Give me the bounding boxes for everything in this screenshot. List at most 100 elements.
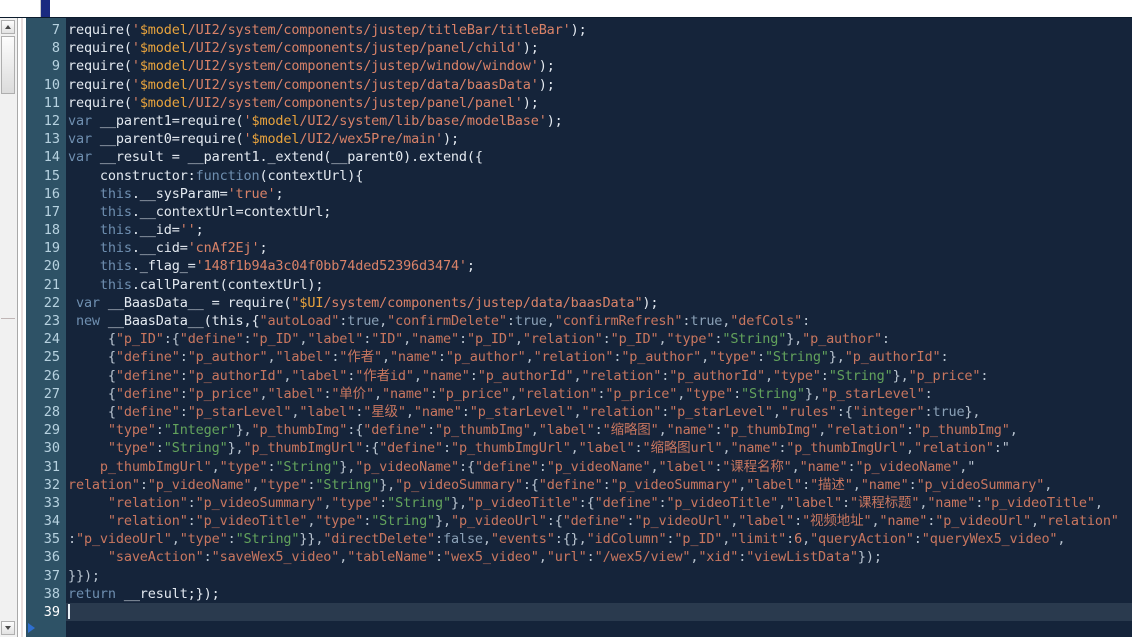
code-token-punc: :	[661, 403, 670, 420]
code-token-type: "String"	[371, 513, 436, 530]
code-line[interactable]: this.__id='';	[66, 221, 1132, 239]
code-token-str2: "name"	[421, 367, 470, 384]
code-token-str2: "p_videoSummary"	[916, 476, 1045, 493]
line-number: 17	[43, 203, 60, 220]
code-token-punc: {	[68, 331, 116, 348]
code-token-type: "String"	[764, 349, 829, 366]
code-token-str2: "p_videoUrl"	[935, 513, 1032, 530]
code-token-punc: :	[975, 494, 984, 511]
code-token-punc: {	[68, 367, 116, 384]
code-token-type: "String"	[235, 531, 300, 548]
code-line[interactable]: "type":"Integer"},"p_thumbImg":{"define"…	[66, 421, 1132, 439]
code-token-punc: :	[940, 349, 949, 366]
code-token-kw: this	[68, 240, 132, 257]
code-token-str2: "p_videoName"	[147, 476, 252, 493]
line-number: 35	[43, 531, 60, 548]
code-line[interactable]: "relation":"p_videoSummary","type":"Stri…	[66, 494, 1132, 512]
line-number: 39	[43, 604, 60, 620]
line-number: 20	[43, 258, 60, 275]
code-line[interactable]: require('$model/UI2/system/components/ju…	[66, 76, 1132, 94]
scroll-up-arrow-icon[interactable]	[1, 20, 15, 34]
code-line[interactable]: return __result;});	[66, 585, 1132, 603]
code-line[interactable]: new __BaasData__(this,{"autoLoad":true,"…	[66, 312, 1132, 330]
code-token-str2: "integer"	[852, 403, 925, 420]
code-token-str: '148f1b94a3c04f0bb74ded52396d3474'	[195, 258, 467, 275]
code-line[interactable]: "saveAction":"saveWex5_video","tableName…	[66, 548, 1132, 566]
code-line[interactable]: relation":"p_videoName","type":"String"}…	[66, 476, 1132, 494]
code-line[interactable]: require('$model/UI2/system/components/ju…	[66, 39, 1132, 57]
code-line[interactable]: {"define":"p_authorId","label":"作者id","n…	[66, 367, 1132, 385]
line-number: 36	[43, 549, 60, 566]
code-token-var: $UI	[299, 294, 324, 311]
code-token-str2: "作者"	[339, 349, 382, 366]
code-token-punc: {	[68, 403, 116, 420]
code-line[interactable]: "type":"String"},"p_thumbImgUrl":{"defin…	[66, 439, 1132, 457]
text-cursor	[68, 604, 70, 619]
code-line[interactable]: {"define":"p_price","label":"单价","name":…	[66, 385, 1132, 403]
code-token-str2: "relation"	[107, 513, 188, 530]
code-line[interactable]: var __BaasData__ = require("$UI/system/c…	[66, 294, 1132, 312]
code-token-type: "String"	[163, 440, 228, 457]
line-number-gutter: 7 8 9 10 11 12 13 14 15 16 17 18 19 20 21 22 23 24 25 26 27 2…	[26, 18, 66, 637]
code-token-bool: true	[932, 403, 965, 420]
code-token-punc: },	[235, 422, 252, 439]
code-line[interactable]: require('$model/UI2/system/components/ju…	[66, 94, 1132, 112]
code-token-str2: "p_authorId"	[477, 367, 574, 384]
code-line[interactable]: this.callParent(contextUrl);	[66, 276, 1132, 294]
code-line[interactable]: {"define":"p_author","label":"作者","name"…	[66, 348, 1132, 366]
vertical-scrollbar[interactable]	[0, 18, 18, 637]
code-token-call: require(	[68, 22, 132, 38]
editor-body: 7 8 9 10 11 12 13 14 15 16 17 18 19 20 21 22 23 24 25 26 27 2…	[0, 18, 1132, 637]
code-token-punc: :	[139, 476, 148, 493]
code-token-punc: ,	[381, 349, 390, 366]
code-line[interactable]: {"define":"p_starLevel","label":"星级","na…	[66, 403, 1132, 421]
code-token-str: '	[131, 94, 140, 111]
code-line[interactable]: p_thumbImgUrl","type":"String"},"p_video…	[66, 458, 1132, 476]
code-token-str2: "define"	[115, 349, 180, 366]
code-token-str: /UI2/system/lib/base/modelBase'	[299, 112, 547, 129]
line-number: 38	[43, 585, 60, 602]
code-token-punc: ,	[1094, 494, 1103, 511]
code-line[interactable]: constructor:function(contextUrl){	[66, 167, 1132, 185]
code-line[interactable]: var __result = __parent1._extend(__paren…	[66, 148, 1132, 166]
code-token-str2: "confirmDelete"	[387, 313, 507, 329]
code-line[interactable]: this._flag_='148f1b94a3c04f0bb74ded52396…	[66, 257, 1132, 275]
code-token-str2: "p_price"	[605, 385, 678, 402]
scroll-down-arrow-icon[interactable]	[1, 621, 15, 635]
code-token-plain: __BaasData__ = require(	[99, 294, 292, 311]
code-token-punc: ,	[852, 476, 861, 493]
code-token-plain: .__contextUrl=contextUrl;	[131, 203, 332, 220]
code-line[interactable]: "relation":"p_videoTitle","type":"String…	[66, 512, 1132, 530]
code-line[interactable]: var __parent0=require('$model/UI2/wex5Pr…	[66, 130, 1132, 148]
code-line[interactable]: this.__sysParam='true';	[66, 185, 1132, 203]
code-token-str2: "视频地址"	[802, 513, 872, 530]
code-token-str2: "p_thumbImgUrl"	[786, 440, 906, 457]
code-token-str2: "p_videoName"	[546, 458, 651, 475]
code-token-punc: }},	[299, 531, 324, 548]
code-token-str2: "p_price"	[908, 367, 981, 384]
code-line[interactable]: this.__contextUrl=contextUrl;	[66, 203, 1132, 221]
code-line[interactable]: require('$model/UI2/system/components/ju…	[66, 21, 1132, 39]
code-line[interactable]	[66, 603, 1132, 622]
code-token-str2: "p_authorId"	[844, 349, 941, 366]
code-token-str2: "limit"	[730, 531, 787, 548]
code-token-type: "String"	[315, 476, 380, 493]
code-token-str2: "p_thumbImg"	[435, 422, 531, 439]
code-token-type: "Integer"	[163, 422, 236, 439]
code-line[interactable]: this.__cid='cnAf2Ej';	[66, 239, 1132, 257]
code-line[interactable]: {"p_ID":{"define":"p_ID","label":"ID","n…	[66, 330, 1132, 348]
code-token-str2: "relation"	[107, 494, 188, 511]
code-token-punc	[68, 549, 108, 565]
code-token-punc: :	[908, 476, 917, 493]
code-text-area[interactable]: require('$model/UI2/system/components/ju…	[66, 18, 1132, 637]
code-token-str2: "p_thumbImgUrl"	[451, 440, 571, 457]
code-token-punc: :	[437, 349, 446, 366]
code-line[interactable]: var __parent1=require('$model/UI2/system…	[66, 112, 1132, 130]
code-line[interactable]: require('$model/UI2/system/components/ju…	[66, 57, 1132, 75]
scrollbar-thumb[interactable]	[1, 36, 15, 94]
code-token-punc: :	[756, 349, 765, 366]
code-line[interactable]: :"p_videoUrl","type":"String"}},"directD…	[66, 530, 1132, 548]
code-line[interactable]: }});	[66, 567, 1132, 585]
code-token-str2: "type"	[107, 422, 156, 439]
code-token-plain: ;	[195, 222, 204, 239]
